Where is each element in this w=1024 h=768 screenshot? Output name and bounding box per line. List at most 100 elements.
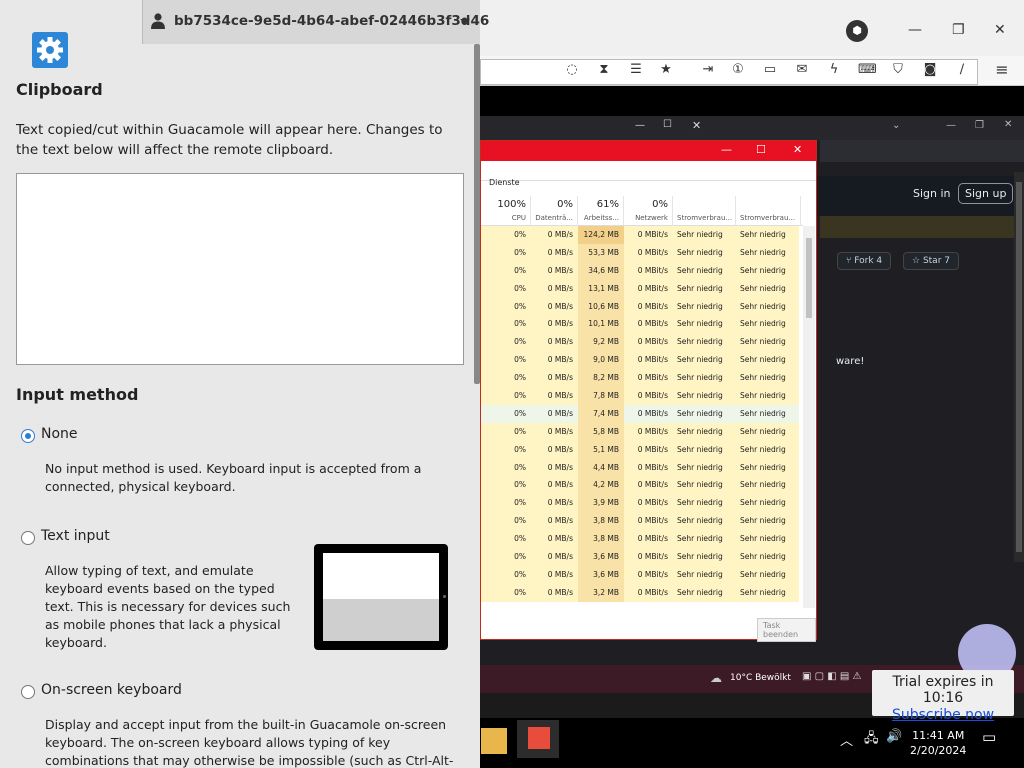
radio-none[interactable] bbox=[21, 429, 35, 443]
notification-icon[interactable]: ▭ bbox=[982, 728, 996, 746]
table-row[interactable]: 0% 0 MB/s 34,6 MB 0 MBit/s Sehr niedrig Sehr … bbox=[481, 261, 803, 280]
fork-button[interactable]: ⑂ Fork 4 bbox=[837, 252, 892, 270]
clock[interactable]: 11:41 AM 2/20/2024 bbox=[910, 728, 966, 758]
signup-button[interactable]: Sign up bbox=[958, 183, 1014, 204]
tray-icons[interactable]: ▣ ▢ ◧ ▤ ⚠ bbox=[802, 671, 861, 682]
table-row[interactable]: 0% 0 MB/s 13,1 MB 0 MBit/s Sehr niedrig Sehr … bbox=[481, 279, 803, 298]
database-icon[interactable]: ☰ bbox=[628, 62, 644, 78]
keyboard-icon[interactable]: ⌨ bbox=[858, 62, 877, 78]
table-row[interactable]: 0% 0 MB/s 8,2 MB 0 MBit/s Sehr niedrig Sehr n… bbox=[481, 369, 803, 388]
close-icon[interactable]: ✕ bbox=[1004, 119, 1012, 130]
comment-icon[interactable]: ✉ bbox=[794, 62, 810, 78]
monitor-icon[interactable]: ▭ bbox=[762, 62, 778, 78]
column-header[interactable]: 100% CPU bbox=[481, 196, 531, 226]
app-button[interactable] bbox=[517, 720, 559, 758]
end-task-button[interactable]: Task beenden bbox=[757, 618, 816, 642]
subscribe-link[interactable]: Subscribe now bbox=[872, 707, 1014, 723]
table-row[interactable]: 0% 0 MB/s 4,4 MB 0 MBit/s Sehr niedrig Sehr n… bbox=[481, 458, 803, 477]
table-row[interactable]: 0% 0 MB/s 10,6 MB 0 MBit/s Sehr niedrig Sehr … bbox=[481, 297, 803, 316]
column-header[interactable]: Stromverbrau... bbox=[673, 196, 736, 226]
option-none-label[interactable]: None bbox=[41, 426, 78, 442]
remote-scrollbar[interactable] bbox=[1014, 172, 1024, 562]
signin-link[interactable]: Sign in bbox=[913, 187, 951, 200]
table-cell: Sehr niedrig bbox=[740, 391, 786, 401]
table-cell: Sehr niedrig bbox=[740, 319, 786, 329]
maximize-icon[interactable]: ☐ bbox=[756, 143, 766, 156]
table-cell: 0 MBit/s bbox=[637, 498, 668, 508]
clipboard-textarea[interactable] bbox=[16, 173, 464, 365]
volume-icon[interactable]: 🔊 bbox=[886, 729, 902, 744]
radio-onscreen-keyboard[interactable] bbox=[21, 685, 35, 699]
process-table: 0% 0 MB/s 124,2 MB 0 MBit/s Sehr niedrig Sehr… bbox=[481, 226, 803, 606]
table-cell: 0 MB/s bbox=[547, 426, 573, 436]
process-scrollbar[interactable] bbox=[803, 226, 815, 608]
lightning-icon[interactable]: ϟ bbox=[826, 62, 842, 78]
option-text-input-label[interactable]: Text input bbox=[41, 528, 110, 544]
sidebar-scrollbar[interactable] bbox=[474, 44, 480, 384]
table-row[interactable]: 0% 0 MB/s 3,9 MB 0 MBit/s Sehr niedrig Sehr n… bbox=[481, 494, 803, 513]
eye-off-icon[interactable]: ◌ bbox=[564, 62, 580, 78]
counter-icon[interactable]: ① bbox=[730, 62, 746, 78]
weather-text[interactable]: 10°C Bewölkt bbox=[730, 673, 791, 683]
minimize-icon[interactable]: — bbox=[908, 22, 922, 38]
chevron-down-icon[interactable]: ⌄ bbox=[892, 120, 900, 131]
table-row[interactable]: 0% 0 MB/s 5,8 MB 0 MBit/s Sehr niedrig Sehr n… bbox=[481, 422, 803, 441]
table-cell: Sehr niedrig bbox=[677, 301, 723, 311]
minimize-icon[interactable]: — bbox=[946, 120, 956, 131]
shield-icon[interactable]: ⛉ bbox=[890, 62, 906, 78]
restore-icon[interactable]: ❐ bbox=[952, 22, 965, 38]
table-row[interactable]: 0% 0 MB/s 3,8 MB 0 MBit/s Sehr niedrig Sehr n… bbox=[481, 530, 803, 549]
table-row[interactable]: 0% 0 MB/s 3,8 MB 0 MBit/s Sehr niedrig Sehr n… bbox=[481, 512, 803, 531]
login-icon[interactable]: ⇥ bbox=[700, 62, 716, 78]
column-header[interactable]: Stromverbrau... bbox=[736, 196, 801, 226]
radio-text-input[interactable] bbox=[21, 531, 35, 545]
profile-icon[interactable]: ⬢ bbox=[846, 20, 868, 42]
table-row[interactable]: 0% 0 MB/s 9,0 MB 0 MBit/s Sehr niedrig Sehr n… bbox=[481, 351, 803, 370]
table-row[interactable]: 0% 0 MB/s 7,4 MB 0 MBit/s Sehr niedrig Sehr n… bbox=[481, 404, 803, 423]
close-icon[interactable]: ✕ bbox=[692, 119, 701, 132]
table-row[interactable]: 0% 0 MB/s 5,1 MB 0 MBit/s Sehr niedrig Sehr n… bbox=[481, 440, 803, 459]
restore-icon[interactable]: ❐ bbox=[975, 120, 984, 131]
table-cell: 0 MBit/s bbox=[637, 552, 668, 562]
table-row[interactable]: 0% 0 MB/s 7,8 MB 0 MBit/s Sehr niedrig Sehr n… bbox=[481, 387, 803, 405]
column-name: Stromverbrau... bbox=[740, 214, 796, 222]
star-button[interactable]: ☆ Star 7 bbox=[903, 252, 960, 270]
table-cell: 0 MBit/s bbox=[637, 301, 668, 311]
option-onscreen-keyboard-label[interactable]: On-screen keyboard bbox=[41, 682, 182, 698]
app-icon bbox=[528, 727, 550, 749]
column-header[interactable]: 0% Datenträ... bbox=[531, 196, 578, 226]
table-row[interactable]: 0% 0 MB/s 9,2 MB 0 MBit/s Sehr niedrig Sehr n… bbox=[481, 333, 803, 352]
maximize-icon[interactable]: ☐ bbox=[663, 119, 672, 130]
tab-services[interactable]: Dienste bbox=[489, 178, 520, 187]
user-menu[interactable]: bb7534ce-9e5d-4b64-abef-02446b3f3d46 bbox=[142, 0, 489, 44]
table-row[interactable]: 0% 0 MB/s 4,2 MB 0 MBit/s Sehr niedrig Sehr n… bbox=[481, 476, 803, 495]
table-row[interactable]: 0% 0 MB/s 10,1 MB 0 MBit/s Sehr niedrig Sehr … bbox=[481, 315, 803, 334]
minimize-icon[interactable]: — bbox=[721, 143, 732, 156]
table-cell: Sehr niedrig bbox=[677, 534, 723, 544]
table-row[interactable]: 0% 0 MB/s 3,6 MB 0 MBit/s Sehr niedrig Sehr n… bbox=[481, 548, 803, 566]
pen-icon[interactable]: ∕ bbox=[954, 62, 970, 78]
column-header[interactable]: 61% Arbeitss... bbox=[578, 196, 624, 226]
menu-icon[interactable]: ≡ bbox=[994, 62, 1010, 78]
table-row[interactable]: 0% 0 MB/s 53,3 MB 0 MBit/s Sehr niedrig Sehr … bbox=[481, 243, 803, 262]
minimize-icon[interactable]: — bbox=[635, 120, 645, 131]
table-cell: 13,1 MB bbox=[588, 283, 619, 293]
task-manager-tabs: Dienste bbox=[481, 161, 816, 187]
table-row[interactable]: 0% 0 MB/s 3,6 MB 0 MBit/s Sehr niedrig Sehr n… bbox=[481, 565, 803, 584]
hourglass-icon[interactable]: ⧗ bbox=[596, 62, 612, 78]
media-icon[interactable]: ◙ bbox=[922, 62, 938, 78]
table-row[interactable]: 0% 0 MB/s 124,2 MB 0 MBit/s Sehr niedrig Sehr… bbox=[481, 226, 803, 244]
task-manager-window[interactable]: — ☐ ✕ Dienste 100% CPU 0% Datenträ... 61% Arb… bbox=[480, 140, 817, 642]
close-icon[interactable]: ✕ bbox=[994, 22, 1006, 38]
file-explorer-icon[interactable] bbox=[481, 728, 507, 754]
star-icon[interactable]: ★ bbox=[658, 62, 674, 78]
table-row[interactable]: 0% 0 MB/s 3,2 MB 0 MBit/s Sehr niedrig Sehr n… bbox=[481, 583, 803, 602]
close-icon[interactable]: ✕ bbox=[793, 143, 802, 156]
table-cell: 5,8 MB bbox=[593, 426, 619, 436]
network-icon[interactable]: 🖧 bbox=[864, 729, 879, 751]
table-cell: 0% bbox=[514, 283, 526, 293]
column-header[interactable]: 0% Netzwerk bbox=[624, 196, 673, 226]
table-cell: 0 MB/s bbox=[547, 498, 573, 508]
chevron-up-icon[interactable]: ︿ bbox=[840, 730, 853, 749]
table-cell: Sehr niedrig bbox=[677, 516, 723, 526]
